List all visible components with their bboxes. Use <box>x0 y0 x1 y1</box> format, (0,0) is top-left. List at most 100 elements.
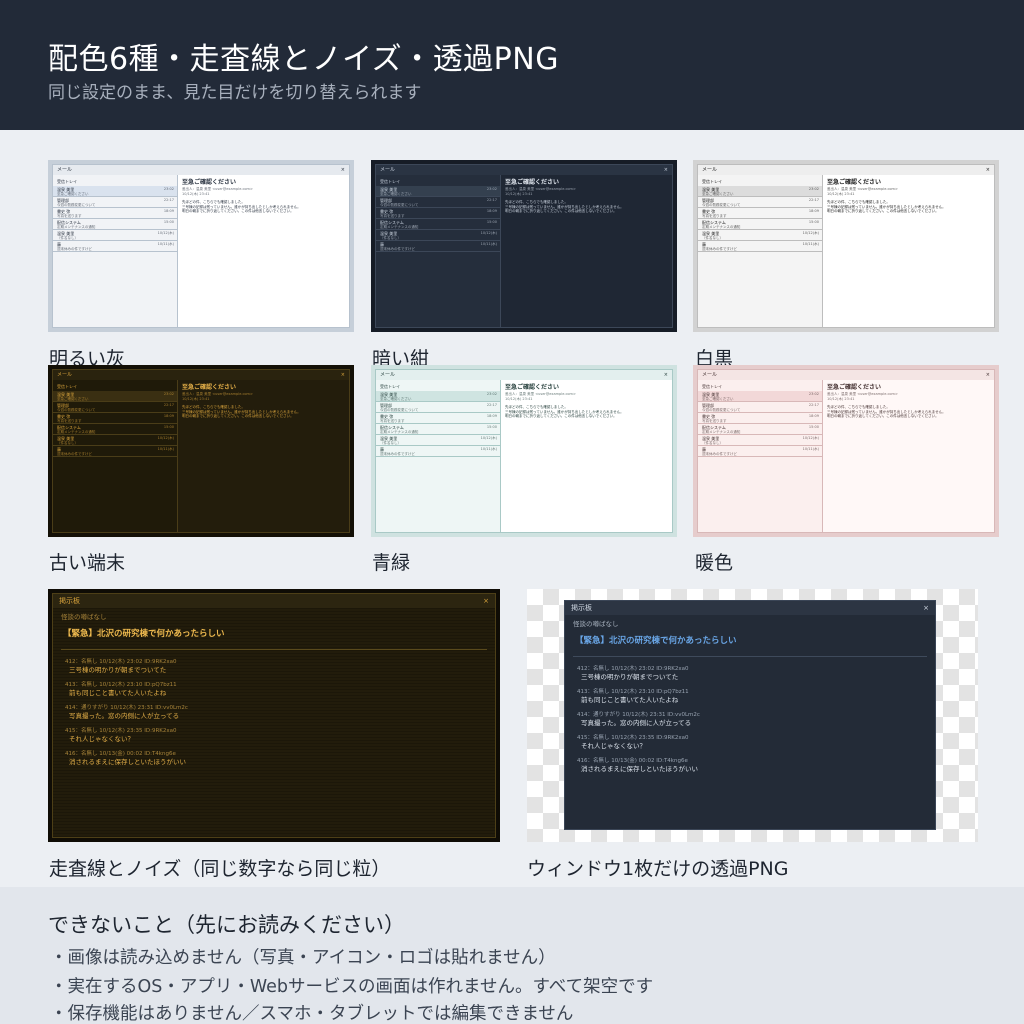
post-header: 415：名無し 10/12(木) 23:35 ID:9RK2xa0 <box>577 735 689 741</box>
mail-list-item[interactable]: 管理部 今週の勤務変更について 22:17 <box>698 402 822 413</box>
mail-time: 23:02 <box>486 392 497 396</box>
mail-subject: 定期メンテナンスの通知 <box>702 225 741 229</box>
board-window: 掲示板 × 怪談の噂ばなし 【緊急】北沢の研究棟で何かあったらしい 412：名無し 10… <box>564 600 936 830</box>
limitation-item: ・保存機能はありません／スマホ・タブレットでは編集できません <box>50 1004 574 1024</box>
mail-list-item[interactable]: 藤週末休みの件ですけど 10/11(水) <box>376 241 500 252</box>
close-icon[interactable]: × <box>483 597 489 605</box>
mail-subject: 写真を送ります <box>380 419 405 423</box>
mail-time: 15:00 <box>486 220 497 224</box>
post-body: 消されるまえに保存しといたほうがいい <box>581 765 698 773</box>
limitations-section: できないこと（先にお読みください） ・画像は読み込めません（写真・アイコン・ロゴ… <box>0 887 1024 1024</box>
transparent-png-preview[interactable]: 掲示板 × 怪談の噂ばなし 【緊急】北沢の研究棟で何かあったらしい 412：名無し 10… <box>527 589 978 842</box>
post-body: それ人じゃなくない？ <box>69 735 134 743</box>
board-window: 掲示板 × 怪談の噂ばなし 【緊急】北沢の研究棟で何かあったらしい 412：名無し 10… <box>52 593 496 838</box>
mail-list-item[interactable]: 温泉 美里 （件名なし） 10/12(木) <box>698 435 822 446</box>
mail-list-item[interactable]: 藤週末休みの件ですけど 10/11(水) <box>53 446 177 457</box>
close-icon[interactable]: × <box>341 370 345 380</box>
theme-preview-old-terminal[interactable]: メール × 受信トレイ 温泉 美里 至急ご確認ください 23:02 管理部 今週の勤務変更につ… <box>48 365 354 537</box>
mail-list-item[interactable]: 管理部 今週の勤務変更について 22:17 <box>376 402 500 413</box>
mail-list-item[interactable]: 書史 弥写真を送ります 18:09 <box>376 413 500 424</box>
mail-reader: 至急ご確認ください 差出人：温泉 美里 <user@example.com> 10/… <box>178 175 349 327</box>
mail-list-item[interactable]: 配信システム 定期メンテナンスの通知 15:00 <box>53 424 177 435</box>
mail-list-item[interactable]: 藤週末休みの件ですけど 10/11(水) <box>698 446 822 457</box>
mail-list-item[interactable]: 温泉 美里 （件名なし） 10/12(木) <box>376 230 500 241</box>
mail-list-item[interactable]: 配信システム 定期メンテナンスの通知 15:00 <box>53 219 177 230</box>
theme-preview-light-gray[interactable]: メール × 受信トレイ 温泉 美里 至急ご確認ください 23:02 管理部 今週の勤務変更につ… <box>48 160 354 332</box>
mail-list-item[interactable]: 温泉 美里 至急ご確認ください 23:02 <box>53 186 177 197</box>
mail-time: 22:17 <box>486 403 497 407</box>
mail-list-item[interactable]: 書史 弥写真を送ります 18:09 <box>53 413 177 424</box>
mail-list-item[interactable]: 書史 弥写真を送ります 18:09 <box>698 413 822 424</box>
page-subtitle: 同じ設定のまま、見た目だけを切り替えられます <box>48 83 422 103</box>
board-title-bar: 掲示板 × <box>53 594 495 608</box>
mail-list-item[interactable]: 配信システム 定期メンテナンスの通知 15:00 <box>698 424 822 435</box>
mail-list-item[interactable]: 温泉 美里 （件名なし） 10/12(木) <box>53 230 177 241</box>
mail-reader-subject: 至急ご確認ください <box>505 384 560 391</box>
mail-subject: 至急ご確認ください <box>57 192 89 196</box>
theme-preview-warm[interactable]: メール × 受信トレイ 温泉 美里 至急ご確認ください 23:02 管理部 今週の勤務変更につ… <box>693 365 999 537</box>
theme-preview-dark-navy[interactable]: メール × 受信トレイ 温泉 美里 至急ご確認ください 23:02 管理部 今週の勤務変更につ… <box>371 160 677 332</box>
mail-list-item[interactable]: 温泉 美里 （件名なし） 10/12(木) <box>698 230 822 241</box>
post-body: 三号棟の明かりが朝までついてた <box>581 673 679 681</box>
mail-list-item[interactable]: 配信システム 定期メンテナンスの通知 15:00 <box>376 219 500 230</box>
mail-window: メール × 受信トレイ 温泉 美里 至急ご確認ください 23:02 管理部 今週の勤務変更につ… <box>52 369 350 533</box>
mail-list-item[interactable]: 温泉 美里 （件名なし） 10/12(木) <box>53 435 177 446</box>
mail-list-item[interactable]: 書史 弥写真を送ります 18:09 <box>53 208 177 219</box>
mail-list-item[interactable]: 温泉 美里 至急ご確認ください 23:02 <box>376 391 500 402</box>
mail-subject: 写真を送ります <box>57 419 82 423</box>
page-title: 配色6種・走査線とノイズ・透過PNG <box>48 42 559 77</box>
mail-list-item[interactable]: 温泉 美里 至急ご確認ください 23:02 <box>53 391 177 402</box>
mail-list-item[interactable]: 配信システム 定期メンテナンスの通知 15:00 <box>698 219 822 230</box>
mail-time: 15:00 <box>163 425 174 429</box>
mail-list-item[interactable]: 藤週末休みの件ですけど 10/11(水) <box>53 241 177 252</box>
mail-list-item[interactable]: 温泉 美里 至急ご確認ください 23:02 <box>698 186 822 197</box>
close-icon[interactable]: × <box>923 604 929 612</box>
mail-list-item[interactable]: 管理部 今週の勤務変更について 22:17 <box>53 402 177 413</box>
mail-time: 10/11(水) <box>157 447 174 451</box>
mail-subject: （件名なし） <box>57 441 78 445</box>
theme-caption: 暖色 <box>695 552 734 574</box>
mail-reader: 至急ご確認ください 差出人：温泉 美里 <user@example.com> 10/… <box>178 380 349 532</box>
thread-title[interactable]: 【緊急】北沢の研究棟で何かあったらしい <box>53 624 495 645</box>
mail-list-item[interactable]: 管理部 今週の勤務変更について 22:17 <box>698 197 822 208</box>
post-header: 414：通りすがり 10/12(木) 23:31 ID:vv0Lm2c <box>65 705 188 711</box>
close-icon[interactable]: × <box>986 370 990 380</box>
post-body: 写真撮った。窓の内側に人が立ってる <box>69 712 180 720</box>
post-header: 412：名無し 10/12(木) 23:02 ID:9RK2xa0 <box>65 659 177 665</box>
mail-time: 23:02 <box>808 392 819 396</box>
thread-title[interactable]: 【緊急】北沢の研究棟で何かあったらしい <box>565 631 935 652</box>
theme-caption: 青緑 <box>372 552 411 574</box>
mail-time: 18:09 <box>486 414 497 418</box>
mail-time: 22:17 <box>808 198 819 202</box>
close-icon[interactable]: × <box>664 165 668 175</box>
mail-reader-subject: 至急ご確認ください <box>827 384 882 391</box>
mail-list-item[interactable]: 温泉 美里 （件名なし） 10/12(木) <box>376 435 500 446</box>
post-body: 前も同じこと書いてた人いたよね <box>581 696 679 704</box>
board-post: 412：名無し 10/12(木) 23:02 ID:9RK2xa0 三号棟の明かり… <box>53 658 495 675</box>
mail-list-item[interactable]: 配信システム 定期メンテナンスの通知 15:00 <box>376 424 500 435</box>
close-icon[interactable]: × <box>986 165 990 175</box>
mail-time: 15:00 <box>486 425 497 429</box>
mail-subject: 今週の勤務変更について <box>380 408 419 412</box>
mail-time: 22:17 <box>808 403 819 407</box>
scanline-noise-preview[interactable]: 掲示板 × 怪談の噂ばなし 【緊急】北沢の研究棟で何かあったらしい 412：名無し 10… <box>48 589 500 842</box>
mail-list-item[interactable]: 藤週末休みの件ですけど 10/11(水) <box>698 241 822 252</box>
mail-subject: 週末休みの件ですけど <box>702 452 737 456</box>
mail-list-item[interactable]: 温泉 美里 至急ご確認ください 23:02 <box>376 186 500 197</box>
mail-body: 受信トレイ 温泉 美里 至急ご確認ください 23:02 管理部 今週の勤務変更について 22… <box>376 175 672 327</box>
window-title: メール <box>380 372 396 378</box>
theme-preview-mono[interactable]: メール × 受信トレイ 温泉 美里 至急ご確認ください 23:02 管理部 今週の勤務変更につ… <box>693 160 999 332</box>
theme-preview-teal[interactable]: メール × 受信トレイ 温泉 美里 至急ご確認ください 23:02 管理部 今週の勤務変更につ… <box>371 365 677 537</box>
mail-window: メール × 受信トレイ 温泉 美里 至急ご確認ください 23:02 管理部 今週の勤務変更につ… <box>52 164 350 328</box>
mail-list-item[interactable]: 書史 弥写真を送ります 18:09 <box>376 208 500 219</box>
mail-list-item[interactable]: 管理部 今週の勤務変更について 22:17 <box>376 197 500 208</box>
mail-list-item[interactable]: 藤週末休みの件ですけど 10/11(水) <box>376 446 500 457</box>
mail-list-item[interactable]: 書史 弥写真を送ります 18:09 <box>698 208 822 219</box>
mail-list-item[interactable]: 管理部 今週の勤務変更について 22:17 <box>53 197 177 208</box>
mail-time: 10/12(木) <box>157 231 174 235</box>
close-icon[interactable]: × <box>341 165 345 175</box>
mail-list-item[interactable]: 温泉 美里 至急ご確認ください 23:02 <box>698 391 822 402</box>
close-icon[interactable]: × <box>664 370 668 380</box>
mail-subject: （件名なし） <box>380 236 401 240</box>
mail-time: 10/11(水) <box>802 242 819 246</box>
